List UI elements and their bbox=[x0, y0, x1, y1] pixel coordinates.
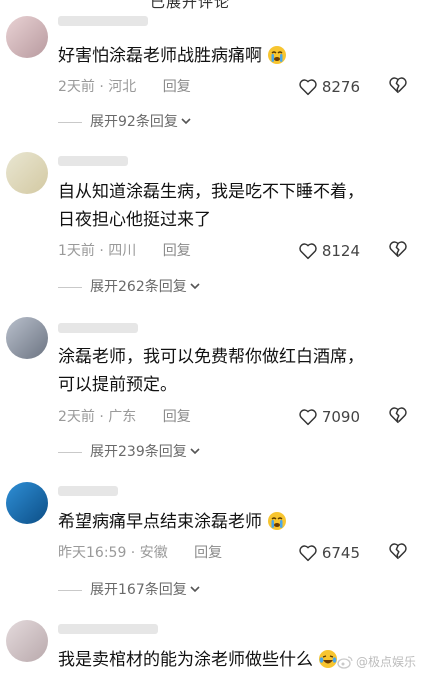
comment-text-line: 自从知道涂磊生病，我是吃不下睡不着， bbox=[58, 182, 364, 202]
expand-replies-button[interactable]: 展开167条回复 bbox=[58, 580, 201, 600]
chevron-down-icon bbox=[180, 112, 192, 132]
chevron-down-icon bbox=[189, 580, 201, 600]
like-count: 8124 bbox=[321, 242, 360, 260]
crying-face-emoji bbox=[267, 45, 287, 74]
comment-meta: 1天前 · 四川 回复 bbox=[58, 243, 191, 259]
username-blurred[interactable] bbox=[58, 156, 128, 166]
reply-button[interactable]: 回复 bbox=[163, 409, 191, 425]
comment-text-line: 可以提前预定。 bbox=[58, 375, 177, 395]
comment-text-line: 希望病痛早点结束涂磊老师 bbox=[58, 512, 262, 532]
heart-icon bbox=[299, 409, 317, 426]
comment-text-line: 好害怕涂磊老师战胜病痛啊 bbox=[58, 46, 262, 66]
comment-meta: 2天前 · 河北 回复 bbox=[58, 79, 191, 95]
heart-icon bbox=[299, 545, 317, 562]
comment-time: 2天前 bbox=[58, 79, 95, 95]
divider-line bbox=[58, 451, 82, 453]
avatar[interactable] bbox=[6, 482, 48, 524]
chevron-down-icon bbox=[189, 277, 201, 297]
dislike-button[interactable] bbox=[388, 406, 408, 428]
comment-time: 2天前 bbox=[58, 409, 95, 425]
comment-location: 河北 bbox=[108, 79, 137, 95]
comment-text-line: 日夜担心他挺过来了 bbox=[58, 210, 211, 230]
expand-replies-button[interactable]: 展开262条回复 bbox=[58, 277, 201, 297]
dislike-button[interactable] bbox=[388, 76, 408, 98]
watermark-text: @极点娱乐 bbox=[355, 655, 416, 669]
comment-text: 希望病痛早点结束涂磊老师 bbox=[58, 508, 408, 540]
comment-location: 广东 bbox=[108, 409, 137, 425]
avatar[interactable] bbox=[6, 620, 48, 662]
username-blurred[interactable] bbox=[58, 16, 148, 26]
comment-time: 昨天16:59 bbox=[58, 545, 127, 561]
expand-label: 展开262条回复 bbox=[90, 279, 187, 295]
comment-text-line: 涂磊老师，我可以免费帮你做红白酒席， bbox=[58, 347, 364, 367]
laughing-tears-emoji bbox=[318, 649, 338, 678]
expand-label: 展开92条回复 bbox=[90, 114, 178, 130]
chevron-down-icon bbox=[189, 442, 201, 462]
comment-text-line: 我是卖棺材的能为涂老师做些什么 bbox=[58, 650, 313, 670]
comment-text: 涂磊老师，我可以免费帮你做红白酒席， 可以提前预定。 bbox=[58, 343, 408, 399]
dislike-button[interactable] bbox=[388, 240, 408, 262]
expand-label: 展开239条回复 bbox=[90, 444, 187, 460]
like-button[interactable]: 7090 bbox=[298, 406, 360, 428]
comment-text: 好害怕涂磊老师战胜病痛啊 bbox=[58, 42, 408, 74]
crying-face-emoji bbox=[267, 511, 287, 540]
expand-replies-button[interactable]: 展开239条回复 bbox=[58, 442, 201, 462]
broken-heart-icon bbox=[389, 543, 407, 560]
comment-text: 自从知道涂磊生病，我是吃不下睡不着， 日夜担心他挺过来了 bbox=[58, 178, 408, 234]
username-blurred[interactable] bbox=[58, 323, 138, 333]
heart-icon bbox=[299, 79, 317, 96]
avatar[interactable] bbox=[6, 16, 48, 58]
comment-item: 自从知道涂磊生病，我是吃不下睡不着， 日夜担心他挺过来了 1天前 · 四川 回复… bbox=[0, 140, 422, 305]
reply-button[interactable]: 回复 bbox=[194, 545, 222, 561]
weibo-logo-icon bbox=[337, 655, 353, 669]
dislike-button[interactable] bbox=[388, 542, 408, 564]
weibo-watermark: @极点娱乐 bbox=[337, 653, 416, 670]
broken-heart-icon bbox=[389, 77, 407, 94]
like-count: 8276 bbox=[321, 78, 360, 96]
reply-button[interactable]: 回复 bbox=[163, 243, 191, 259]
divider-line bbox=[58, 589, 82, 591]
comment-item: 希望病痛早点结束涂磊老师 昨天16:59 · 安徽 回复 6745 展开167条… bbox=[0, 470, 422, 610]
broken-heart-icon bbox=[389, 241, 407, 258]
like-button[interactable]: 8124 bbox=[298, 240, 360, 262]
expand-label: 展开167条回复 bbox=[90, 582, 187, 598]
like-count: 7090 bbox=[321, 408, 360, 426]
comment-location: 四川 bbox=[108, 243, 137, 259]
divider-line bbox=[58, 121, 82, 123]
like-button[interactable]: 8276 bbox=[298, 76, 360, 98]
comment-time: 1天前 bbox=[58, 243, 95, 259]
comment-meta: 2天前 · 广东 回复 bbox=[58, 409, 191, 425]
heart-icon bbox=[299, 243, 317, 260]
like-count: 6745 bbox=[321, 544, 360, 562]
username-blurred[interactable] bbox=[58, 486, 118, 496]
expand-replies-button[interactable]: 展开92条回复 bbox=[58, 112, 192, 132]
comment-meta: 昨天16:59 · 安徽 回复 bbox=[58, 545, 223, 561]
avatar[interactable] bbox=[6, 317, 48, 359]
divider-line bbox=[58, 286, 82, 288]
reply-button[interactable]: 回复 bbox=[163, 79, 191, 95]
broken-heart-icon bbox=[389, 407, 407, 424]
username-blurred[interactable] bbox=[58, 624, 158, 634]
avatar[interactable] bbox=[6, 152, 48, 194]
comment-location: 安徽 bbox=[139, 545, 168, 561]
comment-item: 好害怕涂磊老师战胜病痛啊 2天前 · 河北 回复 8276 展开92条回复 bbox=[0, 0, 422, 140]
comment-item: 涂磊老师，我可以免费帮你做红白酒席， 可以提前预定。 2天前 · 广东 回复 7… bbox=[0, 305, 422, 470]
like-button[interactable]: 6745 bbox=[298, 542, 360, 564]
